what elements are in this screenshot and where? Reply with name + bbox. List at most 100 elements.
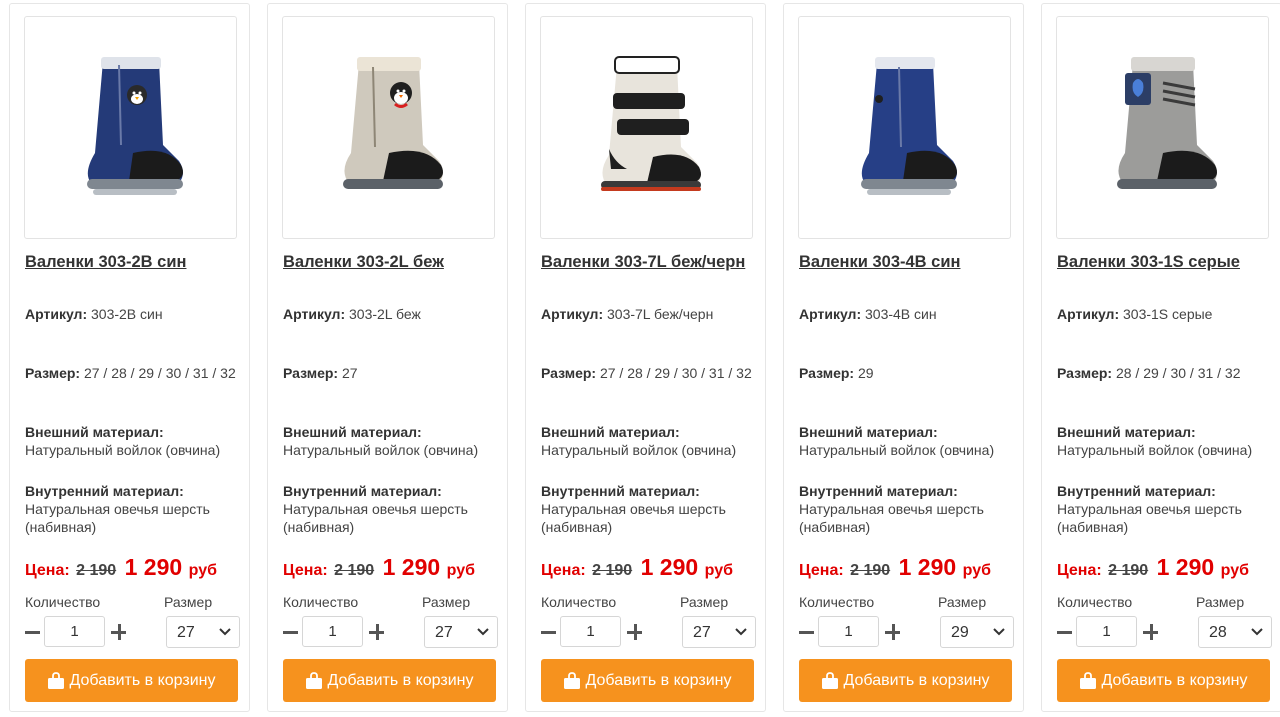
size-select-value: 27: [693, 624, 711, 641]
size-select[interactable]: 27: [166, 616, 240, 648]
inner-material-value: Натуральная овечья шерсть (набивная): [799, 501, 984, 535]
article-value: 303-2L беж: [349, 306, 421, 322]
inner-material-label: Внутренний материал:: [1057, 483, 1216, 499]
chevron-down-icon: [477, 628, 489, 636]
add-to-cart-button[interactable]: Добавить в корзину: [541, 659, 754, 702]
new-price: 1 290: [1156, 554, 1215, 580]
product-title[interactable]: Валенки 303-4В син: [799, 253, 1019, 272]
product-price: Цена: 2 190 1 290 руб: [541, 554, 733, 581]
product-image[interactable]: [798, 16, 1011, 239]
quantity-decrease-button[interactable]: [282, 621, 298, 643]
outer-material-value: Натуральный войлок (овчина): [541, 442, 737, 458]
inner-material-label: Внутренний материал:: [541, 483, 700, 499]
price-label: Цена:: [541, 562, 586, 579]
chevron-down-icon: [1251, 628, 1263, 636]
product-title[interactable]: Валенки 303-1S серые: [1057, 253, 1277, 272]
inner-material-value: Натуральная овечья шерсть (набивная): [1057, 501, 1242, 535]
sizes-value: 29: [857, 365, 874, 381]
product-card: Валенки 303-2В син Артикул: 303-2В син Р…: [9, 3, 250, 712]
product-image[interactable]: [1056, 16, 1269, 239]
article-value: 303-2В син: [91, 306, 163, 322]
product-outer-material: Внешний материал: Натуральный войлок (овч…: [541, 423, 761, 459]
add-to-cart-label: Добавить в корзину: [69, 671, 216, 689]
outer-material-value: Натуральный войлок (овчина): [1057, 442, 1253, 458]
product-title[interactable]: Валенки 303-2В син: [25, 253, 245, 272]
new-price: 1 290: [124, 554, 183, 580]
outer-material-label: Внешний материал:: [25, 424, 164, 440]
sizes-value: 27 / 28 / 29 / 30 / 31 / 32: [83, 365, 236, 381]
chevron-down-icon: [993, 628, 1005, 636]
new-price: 1 290: [640, 554, 699, 580]
quantity-input[interactable]: [818, 616, 879, 647]
quantity-increase-button[interactable]: [368, 621, 384, 643]
product-title[interactable]: Валенки 303-2L беж: [283, 253, 503, 272]
product-image[interactable]: [24, 16, 237, 239]
quantity-input[interactable]: [302, 616, 363, 647]
chevron-down-icon: [735, 628, 747, 636]
quantity-input[interactable]: [1076, 616, 1137, 647]
product-article: Артикул: 303-1S серые: [1057, 305, 1277, 323]
article-label: Артикул:: [25, 306, 88, 322]
currency: руб: [446, 562, 475, 579]
article-value: 303-1S серые: [1123, 306, 1213, 322]
sizes-value: 27 / 28 / 29 / 30 / 31 / 32: [599, 365, 752, 381]
product-price: Цена: 2 190 1 290 руб: [799, 554, 991, 581]
article-label: Артикул:: [541, 306, 604, 322]
currency: руб: [1220, 562, 1249, 579]
product-price: Цена: 2 190 1 290 руб: [283, 554, 475, 581]
size-select[interactable]: 27: [424, 616, 498, 648]
add-to-cart-button[interactable]: Добавить в корзину: [25, 659, 238, 702]
inner-material-label: Внутренний материал:: [25, 483, 184, 499]
inner-material-value: Натуральная овечья шерсть (набивная): [25, 501, 210, 535]
old-price: 2 190: [592, 562, 633, 579]
boot-image: [1116, 56, 1217, 189]
size-select[interactable]: 28: [1198, 616, 1272, 648]
old-price: 2 190: [1108, 562, 1149, 579]
inner-material-label: Внутренний материал:: [283, 483, 442, 499]
shopping-bag-icon: [1080, 671, 1097, 689]
chevron-down-icon: [219, 628, 231, 636]
outer-material-value: Натуральный войлок (овчина): [283, 442, 479, 458]
article-value: 303-7L беж/черн: [607, 306, 714, 322]
product-grid: Валенки 303-2В син Артикул: 303-2В син Р…: [0, 0, 1280, 717]
quantity-increase-button[interactable]: [1142, 621, 1158, 643]
size-select-value: 27: [177, 624, 195, 641]
article-label: Артикул:: [799, 306, 862, 322]
quantity-input[interactable]: [560, 616, 621, 647]
quantity-label: Количество: [1057, 594, 1133, 610]
add-to-cart-button[interactable]: Добавить в корзину: [799, 659, 1012, 702]
product-inner-material: Внутренний материал: Натуральная овечья ш…: [799, 482, 1019, 536]
boot-image: [86, 56, 183, 195]
size-select-label: Размер: [1196, 594, 1245, 610]
currency: руб: [704, 562, 733, 579]
product-image[interactable]: [282, 16, 495, 239]
quantity-decrease-button[interactable]: [798, 621, 814, 643]
add-to-cart-label: Добавить в корзину: [585, 671, 732, 689]
size-select-label: Размер: [938, 594, 987, 610]
boot-image: [342, 56, 443, 189]
quantity-increase-button[interactable]: [626, 621, 642, 643]
add-to-cart-label: Добавить в корзину: [1101, 671, 1248, 689]
quantity-increase-button[interactable]: [884, 621, 900, 643]
size-select-value: 27: [435, 624, 453, 641]
product-article: Артикул: 303-2В син: [25, 305, 245, 323]
quantity-decrease-button[interactable]: [540, 621, 556, 643]
outer-material-label: Внешний материал:: [283, 424, 422, 440]
sizes-value: 27: [341, 365, 358, 381]
outer-material-label: Внешний материал:: [799, 424, 938, 440]
quantity-increase-button[interactable]: [110, 621, 126, 643]
add-to-cart-button[interactable]: Добавить в корзину: [1057, 659, 1270, 702]
add-to-cart-label: Добавить в корзину: [843, 671, 990, 689]
shopping-bag-icon: [822, 671, 839, 689]
size-select-value: 28: [1209, 624, 1227, 641]
product-card: Валенки 303-7L беж/черн Артикул: 303-7L …: [525, 3, 766, 712]
add-to-cart-button[interactable]: Добавить в корзину: [283, 659, 496, 702]
quantity-decrease-button[interactable]: [1056, 621, 1072, 643]
quantity-decrease-button[interactable]: [24, 621, 40, 643]
outer-material-label: Внешний материал:: [541, 424, 680, 440]
quantity-input[interactable]: [44, 616, 105, 647]
size-select[interactable]: 27: [682, 616, 756, 648]
product-title[interactable]: Валенки 303-7L беж/черн: [541, 253, 761, 272]
size-select[interactable]: 29: [940, 616, 1014, 648]
product-image[interactable]: [540, 16, 753, 239]
